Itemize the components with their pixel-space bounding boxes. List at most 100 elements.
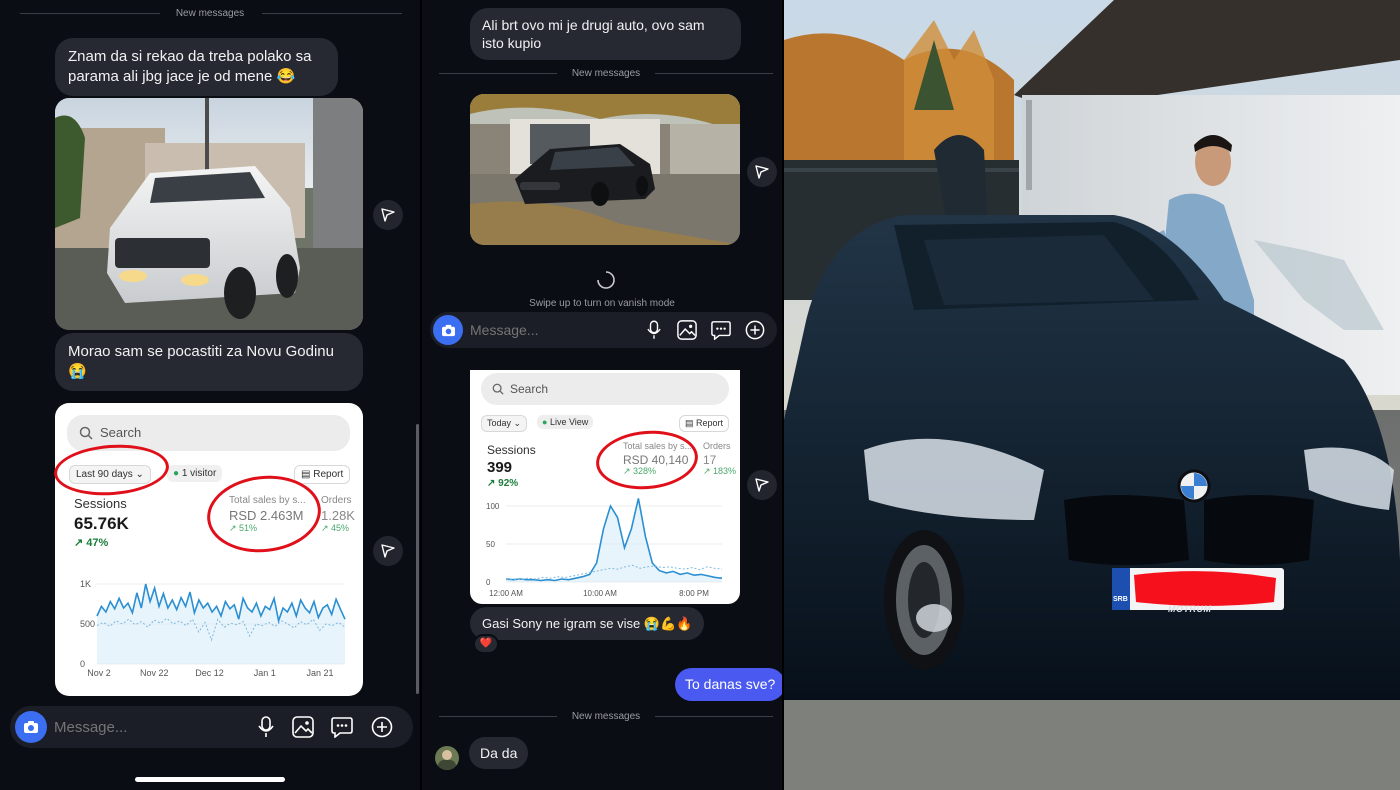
vanish-mode-hint: Swipe up to turn on vanish mode [529,298,675,309]
add-icon[interactable] [371,716,393,738]
separator-line [262,13,402,14]
car-photo-black-sedan[interactable] [470,94,740,245]
message-composer [430,312,777,348]
y-tick-label: 1K [80,579,91,589]
avatar-body [438,760,456,770]
report-icon: ▤ [685,418,694,428]
send-arrow-icon [755,478,769,492]
date-range-label: Today [487,418,512,428]
car-photo-image [55,98,363,330]
search-placeholder: Search [100,425,142,440]
car-photo-image [470,94,740,245]
y-tick-label: 500 [80,619,95,629]
avatar[interactable] [435,746,459,770]
search-placeholder: Search [510,382,549,396]
gallery-icon[interactable] [677,320,697,340]
orders-value: 17 [703,453,717,467]
camera-icon [441,324,455,336]
bmw-photo: SRB MOTRUM [784,0,1400,790]
x-tick-label: Nov 22 [140,668,169,678]
analytics-screenshot-card[interactable]: Search Today ⌄ ● Live View ▤ Report Sess… [470,370,740,604]
plate-frame-text: MOTRUM [1168,604,1212,614]
x-tick-label: 12:00 AM [489,589,523,598]
visitors-chip: ● 1 visitor [167,465,223,482]
new-messages-separator: New messages [175,8,245,19]
separator-line [655,716,773,717]
sessions-line-chart: 100 50 0 12:00 AM 10:00 AM 8:00 PM [486,498,723,598]
live-view-label: Live View [549,417,589,427]
loading-spinner-icon [597,271,615,289]
message-composer [10,706,413,748]
microphone-icon[interactable] [647,320,661,340]
orders-label: Orders [703,441,731,451]
visitors-label: 1 visitor [181,468,217,479]
bmw-photo-image [784,0,1400,790]
separator-line [439,73,557,74]
sessions-value: 399 [487,459,513,476]
message-bubble[interactable]: Ali brt ovo mi je drugi auto, ovo sam is… [470,8,741,60]
message-bubble[interactable]: Gasi Sony ne igram se vise 😭💪🔥 [470,607,705,640]
car-photo-white-suv[interactable] [55,98,363,330]
search-bar: Search [481,373,729,405]
message-bubble[interactable]: Znam da si rekao da treba polako sa para… [55,38,338,96]
sessions-value: 65.76K [74,514,129,533]
y-tick-label: 50 [486,540,495,549]
report-icon: ▤ [301,469,311,480]
y-tick-label: 0 [486,578,491,587]
x-tick-label: Jan 1 [254,668,276,678]
share-button[interactable] [373,200,403,230]
share-button[interactable] [747,157,777,187]
x-tick-label: 10:00 AM [583,589,617,598]
scrollbar[interactable] [416,424,419,694]
date-range-chip: Today ⌄ [481,415,528,432]
left-chat-screenshot: New messages Znam da si rekao da treba p… [0,0,420,790]
heart-reaction[interactable]: ❤️ [473,634,499,654]
x-tick-label: Nov 2 [87,668,111,678]
search-icon [492,383,504,395]
sticker-icon[interactable] [331,716,353,738]
camera-button[interactable] [433,315,463,345]
y-tick-label: 100 [486,502,500,511]
send-arrow-icon [381,544,395,558]
add-icon[interactable] [745,320,765,340]
live-dot-icon: ● [542,417,548,427]
separator-line [439,716,557,717]
report-label: Report [313,469,344,480]
camera-button[interactable] [15,711,47,743]
sessions-change: ↗ 47% [74,537,109,549]
x-tick-label: Dec 12 [195,668,224,678]
camera-icon [24,721,38,733]
middle-chat-screenshot: Ali brt ovo mi je drugi auto, ovo sam is… [422,0,782,790]
chevron-down-icon: ⌄ [513,418,522,428]
new-messages-separator: New messages [571,711,641,722]
report-chip: ▤ Report [294,465,351,484]
message-input[interactable] [54,716,234,738]
live-dot-icon: ● [173,468,180,479]
x-tick-label: 8:00 PM [679,589,709,598]
sessions-label: Sessions [487,443,536,457]
sessions-change: ↗ 92% [487,478,519,489]
message-input[interactable] [470,320,610,340]
outgoing-message-bubble[interactable]: To danas sve? [675,668,782,701]
message-bubble[interactable]: Da da [469,737,529,769]
sticker-icon[interactable] [711,320,731,340]
send-arrow-icon [381,208,395,222]
plate-country-code: SRB [1113,596,1128,603]
share-button[interactable] [373,536,403,566]
x-tick-label: Jan 21 [306,668,333,678]
orders-change: ↗ 45% [321,523,350,533]
separator-line [20,13,160,14]
sessions-line-chart: 1K 500 0Nov 2 Nov 22 Dec 12 Jan 1 Jan 21 [80,579,346,678]
report-label: Report [696,418,724,428]
share-button[interactable] [747,470,777,500]
gallery-icon[interactable] [292,716,314,738]
message-bubble[interactable]: Morao sam se pocastiti za Novu Godinu 😭 [55,333,363,391]
orders-label: Orders [321,495,352,506]
microphone-icon[interactable] [258,716,274,738]
avatar-face [442,750,452,760]
report-chip: ▤ Report [679,415,730,432]
new-messages-separator: New messages [571,68,641,79]
send-arrow-icon [755,165,769,179]
sessions-label: Sessions [74,496,127,511]
orders-change: ↗ 183% [703,466,737,476]
